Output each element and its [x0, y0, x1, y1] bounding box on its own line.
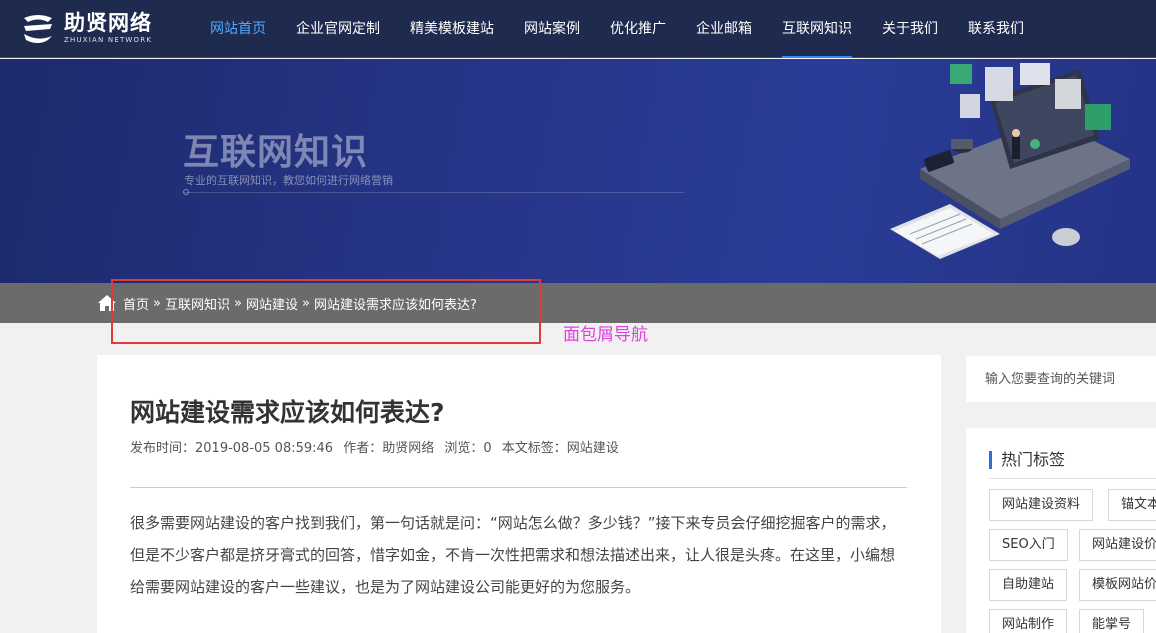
article-title: 网站建设需求应该如何表达? [130, 398, 445, 427]
nav-custom-site[interactable]: 企业官网定制 [281, 0, 395, 58]
nav-cases[interactable]: 网站案例 [509, 0, 595, 58]
banner-subtitle: 专业的互联网知识，教您如何进行网络营销 [184, 174, 393, 187]
annotation-label: 面包屑导航 [563, 325, 648, 345]
tag-item[interactable]: 网站制作 [989, 609, 1068, 633]
article-tags[interactable]: 本文标签：网站建设 [502, 441, 619, 456]
tag-item[interactable]: 网站建设资料 [989, 489, 1094, 521]
tag-item[interactable]: 锚文本 [1108, 489, 1156, 521]
nav-contact[interactable]: 联系我们 [953, 0, 1039, 58]
tag-item[interactable]: SEO入门 [989, 529, 1068, 561]
tag-item[interactable]: 能掌号 [1079, 609, 1145, 633]
nav-home[interactable]: 网站首页 [195, 0, 281, 58]
main-nav: 网站首页 企业官网定制 精美模板建站 网站案例 优化推广 企业邮箱 互联网知识 … [195, 0, 1039, 58]
logo-subtitle: ZHUXIAN NETWORK [64, 36, 153, 44]
article-card: 网站建设需求应该如何表达? 发布时间：2019-08-05 08:59:46 作… [97, 355, 941, 633]
tag-item[interactable]: 自助建站 [989, 569, 1068, 601]
hot-tags-title: 热门标签 [989, 451, 1065, 469]
banner-divider [184, 192, 684, 193]
logo-mark-icon [24, 15, 52, 43]
banner-illustration [890, 63, 1130, 259]
search-input[interactable] [966, 356, 1156, 402]
nav-email[interactable]: 企业邮箱 [681, 0, 767, 58]
hot-tags-card: 热门标签 网站建设资料 锚文本 SEO入门 网站建设价 自助建站 模板网站价 网… [966, 428, 1156, 633]
nav-about[interactable]: 关于我们 [867, 0, 953, 58]
site-logo[interactable]: 助贤网络 ZHUXIAN NETWORK [18, 10, 152, 46]
article-divider [130, 487, 907, 488]
view-count: 浏览：0 [444, 441, 492, 456]
nav-templates[interactable]: 精美模板建站 [395, 0, 509, 58]
publish-time: 发布时间：2019-08-05 08:59:46 [130, 441, 334, 456]
logo-name: 助贤网络 [64, 11, 152, 35]
tag-item[interactable]: 模板网站价 [1079, 569, 1156, 601]
tag-item[interactable]: 网站建设价 [1079, 529, 1156, 561]
annotation-box [111, 279, 541, 344]
page-banner: 互联网知识 专业的互联网知识，教您如何进行网络营销 [0, 59, 1156, 283]
article-meta: 发布时间：2019-08-05 08:59:46 作者：助贤网络 浏览：0 本文… [130, 437, 625, 456]
search-box [966, 356, 1156, 402]
banner-title: 互联网知识 [183, 132, 369, 173]
nav-seo[interactable]: 优化推广 [595, 0, 681, 58]
banner-dot [183, 189, 189, 195]
site-header: 助贤网络 ZHUXIAN NETWORK 网站首页 企业官网定制 精美模板建站 … [0, 0, 1156, 58]
nav-knowledge[interactable]: 互联网知识 [767, 0, 867, 58]
article-paragraph: 很多需要网站建设的客户找到我们，第一句话就是问：“网站怎么做？多少钱？”接下来专… [130, 514, 896, 596]
hot-tags-divider [989, 478, 1156, 479]
author: 作者：助贤网络 [343, 441, 435, 456]
